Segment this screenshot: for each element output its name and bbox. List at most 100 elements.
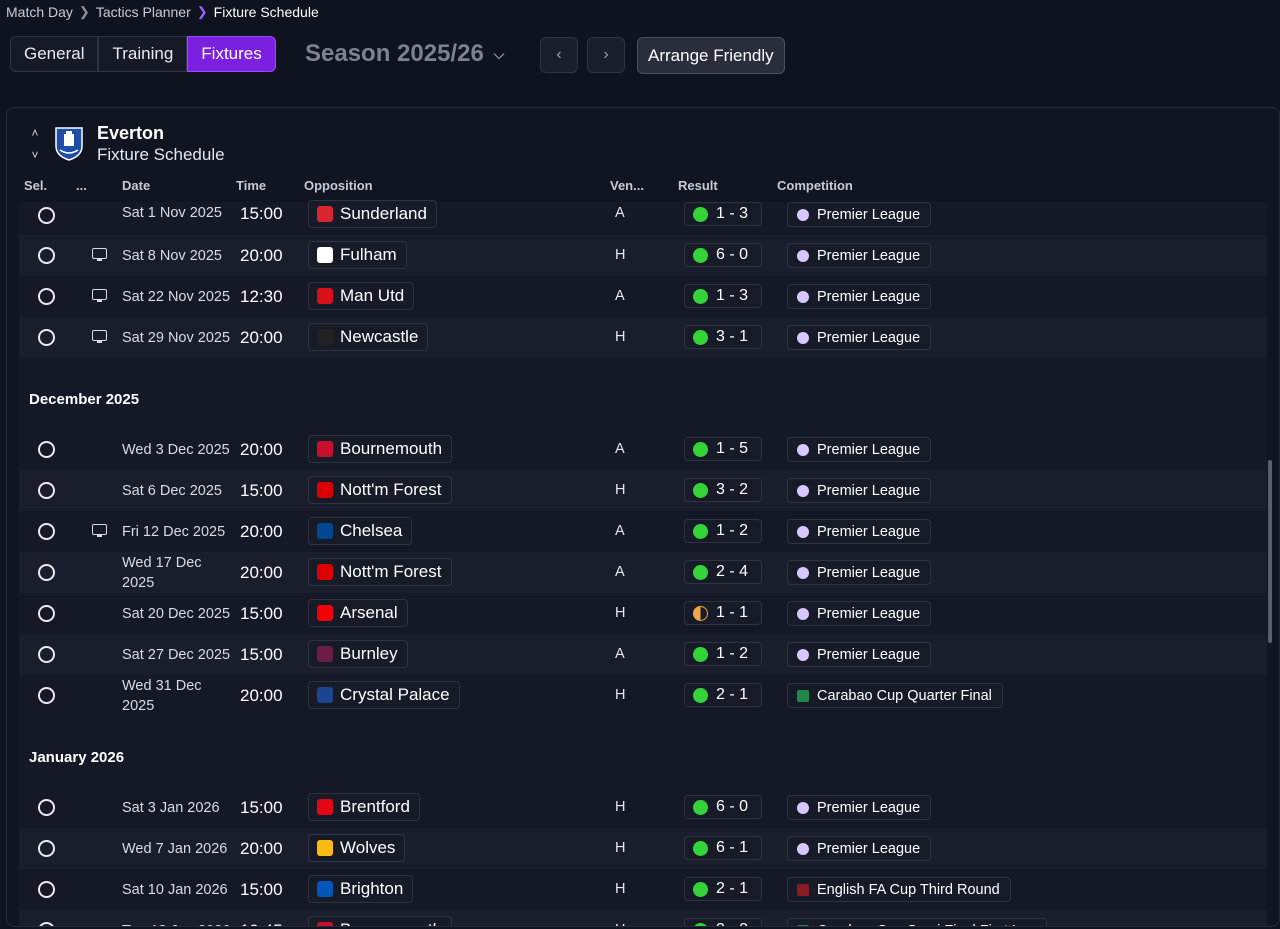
opposition-link[interactable]: Bournemouth [308, 916, 453, 926]
competition-link[interactable]: Premier League [787, 243, 932, 268]
fixture-date: Wed 31 Dec 2025 [122, 677, 234, 714]
competition-link[interactable]: Premier League [787, 795, 932, 820]
fixture-row[interactable]: Fri 12 Dec 2025 20:00 Chelsea A 1 - 2 Premier… [19, 511, 1267, 552]
select-radio[interactable] [38, 881, 55, 898]
competition-link[interactable]: Premier League [787, 478, 932, 503]
select-radio[interactable] [38, 247, 55, 264]
competition-link[interactable]: Premier League [787, 437, 932, 462]
opposition-link[interactable]: Arsenal [308, 599, 408, 627]
fixture-row[interactable]: Wed 7 Jan 2026 20:00 Wolves H 6 - 1 Premier L… [19, 828, 1267, 869]
opposition-link[interactable]: Brentford [308, 793, 420, 821]
result-link[interactable]: 6 - 0 [684, 795, 762, 819]
breadcrumb-tactics-planner[interactable]: Tactics Planner [96, 4, 191, 20]
select-radio[interactable] [38, 840, 55, 857]
result-link[interactable]: 6 - 0 [684, 243, 762, 267]
result-link[interactable]: 3 - 2 [684, 918, 762, 926]
previous-season-button[interactable]: ‹ [540, 37, 578, 73]
select-radio[interactable] [38, 441, 55, 458]
select-radio[interactable] [38, 799, 55, 816]
opposition-link[interactable]: Burnley [308, 640, 408, 668]
fixture-row[interactable]: Sat 3 Jan 2026 15:00 Brentford H 6 - 0 Premie… [19, 787, 1267, 828]
competition-link[interactable]: Premier League [787, 836, 932, 861]
column-sel[interactable]: Sel. [24, 178, 47, 193]
result-link[interactable]: 1 - 2 [684, 519, 762, 543]
result-link[interactable]: 3 - 2 [684, 478, 762, 502]
column-result[interactable]: Result [678, 178, 718, 193]
fixture-row[interactable]: Wed 17 Dec 2025 20:00 Nott'm Forest A 2 - 4 P… [19, 552, 1267, 593]
opposition-name: Fulham [340, 245, 397, 264]
fixture-row[interactable]: Sat 1 Nov 2025 15:00 Sunderland A 1 - 3 Premi… [19, 200, 1267, 235]
select-radio[interactable] [38, 646, 55, 663]
fixture-row[interactable]: Sat 8 Nov 2025 20:00 Fulham H 6 - 0 Premier L… [19, 235, 1267, 276]
column-venue[interactable]: Ven... [610, 178, 644, 193]
fixture-row[interactable]: Wed 3 Dec 2025 20:00 Bournemouth A 1 - 5 Prem… [19, 429, 1267, 470]
select-radio[interactable] [38, 482, 55, 499]
opposition-link[interactable]: Sunderland [308, 200, 437, 228]
premier-league-icon [797, 525, 809, 538]
result-link[interactable]: 3 - 1 [684, 325, 762, 349]
opposition-link[interactable]: Bournemouth [308, 435, 453, 463]
result-link[interactable]: 1 - 1 [684, 601, 762, 625]
tab-general[interactable]: General [10, 36, 99, 72]
competition-link[interactable]: Premier League [787, 642, 932, 667]
result-score: 2 - 4 [716, 563, 749, 580]
opposition-link[interactable]: Chelsea [308, 517, 413, 545]
column-competition[interactable]: Competition [777, 178, 853, 193]
opposition-link[interactable]: Nott'm Forest [308, 558, 452, 586]
breadcrumb-match-day[interactable]: Match Day [6, 4, 73, 20]
tab-fixtures[interactable]: Fixtures [187, 36, 276, 72]
competition-link[interactable]: Premier League [787, 202, 932, 227]
select-radio[interactable] [38, 687, 55, 704]
column-date[interactable]: Date [122, 178, 150, 193]
competition-link[interactable]: Premier League [787, 601, 932, 626]
select-radio[interactable] [38, 207, 55, 224]
column-opposition[interactable]: Opposition [304, 178, 373, 193]
select-radio[interactable] [38, 288, 55, 305]
competition-link[interactable]: Carabao Cup Semi Final First Leg [787, 918, 1048, 926]
column-time[interactable]: Time [236, 178, 266, 193]
fixture-row[interactable]: Sat 22 Nov 2025 12:30 Man Utd A 1 - 3 Premier… [19, 276, 1267, 317]
fixture-row[interactable]: Sat 6 Dec 2025 15:00 Nott'm Forest H 3 - 2 Pr… [19, 470, 1267, 511]
result-link[interactable]: 2 - 1 [684, 683, 762, 707]
column-more[interactable]: ... [76, 178, 87, 193]
opposition-link[interactable]: Man Utd [308, 282, 415, 310]
opposition-link[interactable]: Nott'm Forest [308, 476, 452, 504]
collapse-toggle[interactable]: ˄ ˅ [27, 122, 43, 166]
competition-link[interactable]: English FA Cup Third Round [787, 877, 1011, 902]
select-radio[interactable] [38, 564, 55, 581]
result-link[interactable]: 6 - 1 [684, 836, 762, 860]
result-link[interactable]: 1 - 2 [684, 642, 762, 666]
select-radio[interactable] [38, 329, 55, 346]
competition-link[interactable]: Premier League [787, 325, 932, 350]
select-radio[interactable] [38, 922, 55, 926]
opposition-link[interactable]: Wolves [308, 834, 406, 862]
competition-link[interactable]: Premier League [787, 284, 932, 309]
fixture-row[interactable]: Sat 29 Nov 2025 20:00 Newcastle H 3 - 1 Premi… [19, 317, 1267, 358]
result-link[interactable]: 1 - 5 [684, 437, 762, 461]
arrange-friendly-button[interactable]: Arrange Friendly [637, 37, 785, 74]
opposition-link[interactable]: Crystal Palace [308, 681, 460, 709]
fixture-row[interactable]: Sat 10 Jan 2026 15:00 Brighton H 2 - 1 Englis… [19, 869, 1267, 910]
fixture-row[interactable]: Wed 31 Dec 2025 20:00 Crystal Palace H 2 - 1… [19, 675, 1267, 716]
competition-link[interactable]: Premier League [787, 560, 932, 585]
result-link[interactable]: 1 - 3 [684, 202, 762, 226]
select-radio[interactable] [38, 605, 55, 622]
fixture-row[interactable]: Sat 27 Dec 2025 15:00 Burnley A 1 - 2 Premier… [19, 634, 1267, 675]
fixture-row[interactable]: Sat 20 Dec 2025 15:00 Arsenal H 1 - 1 Premier… [19, 593, 1267, 634]
next-season-button[interactable]: › [587, 37, 625, 73]
opposition-link[interactable]: Brighton [308, 875, 414, 903]
fixture-date-text: Sat 10 Jan 2026 [122, 881, 228, 898]
competition-link[interactable]: Premier League [787, 519, 932, 544]
select-radio[interactable] [38, 523, 55, 540]
competition-link[interactable]: Carabao Cup Quarter Final [787, 683, 1003, 708]
result-link[interactable]: 1 - 3 [684, 284, 762, 308]
fixture-row[interactable]: Tue 13 Jan 2026 19:45 Bournemouth H 3 - 2 Car… [19, 910, 1267, 926]
tab-training[interactable]: Training [98, 36, 188, 72]
result-link[interactable]: 2 - 4 [684, 560, 762, 584]
result-link[interactable]: 2 - 1 [684, 877, 762, 901]
chevron-right-icon: › [603, 46, 609, 63]
scrollbar[interactable] [1268, 460, 1272, 643]
opposition-link[interactable]: Fulham [308, 241, 407, 269]
opposition-link[interactable]: Newcastle [308, 323, 429, 351]
season-selector[interactable]: Season 2025/26 ⌵ [305, 40, 504, 68]
